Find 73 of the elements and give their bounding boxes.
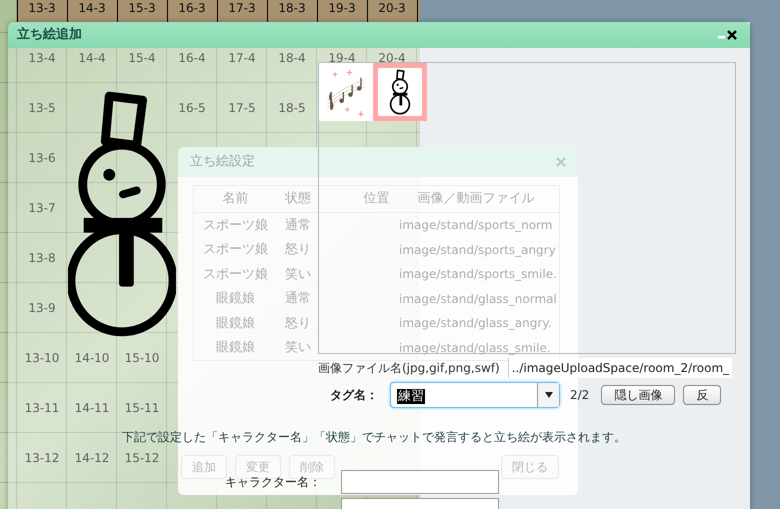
- character-name-field[interactable]: [341, 470, 499, 494]
- snowman-icon: [389, 69, 411, 115]
- action-button[interactable]: 隠し画像: [601, 385, 676, 405]
- image-thumbnail[interactable]: [319, 63, 373, 121]
- grid-label: 13-3: [28, 0, 56, 17]
- tag-count: 2/2: [570, 387, 590, 404]
- column-header[interactable]: 位置: [360, 189, 393, 209]
- grid-label: 15-10: [124, 350, 160, 367]
- table-cell-text: image/stand/glass_angry.: [398, 315, 553, 332]
- grid-label: 14-3: [78, 0, 106, 17]
- grid-label: 14-12: [74, 450, 110, 467]
- table-cell-text: 怒り: [284, 241, 312, 259]
- table-cell-text: 眼鏡娘: [215, 290, 256, 308]
- table-cell-text: image/stand/glass_normal: [398, 290, 558, 308]
- dropdown-arrow-icon[interactable]: [544, 392, 552, 398]
- grid-label: 13-11: [24, 400, 60, 417]
- close-button[interactable]: 閉じる: [501, 455, 559, 479]
- grid-label: 13-9: [28, 300, 56, 317]
- dialog-title: 立ち絵設定: [190, 153, 255, 172]
- grid-label: 17-5: [228, 100, 256, 117]
- file-name-field[interactable]: ../imageUploadSpace/room_2/room_: [508, 358, 732, 378]
- grid-label: 16-5: [178, 100, 206, 117]
- grid-label: 13-5: [28, 100, 56, 117]
- grid-label: 19-4: [328, 50, 356, 67]
- tag-combo-box[interactable]: 練習: [390, 382, 560, 408]
- column-header[interactable]: 状態: [277, 189, 360, 209]
- table-cell-text: image/stand/sports_angry: [398, 242, 557, 259]
- table-cell-text: 通常: [284, 216, 312, 234]
- grid-label: 17-4: [228, 50, 256, 67]
- grid-label: 18-4: [278, 50, 306, 67]
- instruction-text: 下記で設定した「キャラクター名」「状態」でチャットで発言すると立ち絵が表示されます。: [122, 430, 626, 444]
- file-name-label: 画像ファイル名(jpg,gif,png,swf): [318, 360, 500, 377]
- image-thumbnail[interactable]: [373, 63, 427, 121]
- grid-label: 13-4: [28, 50, 56, 67]
- grid-label: 18-3: [278, 0, 306, 17]
- dialog-button[interactable]: 追加: [181, 455, 227, 479]
- grid-label: 14-11: [74, 400, 110, 417]
- grid-label: 14-10: [74, 350, 110, 367]
- table-cell-text: image/stand/sports_smile.: [398, 266, 558, 284]
- table-cell-text: スポーツ娘: [202, 241, 269, 259]
- table-cell-text: スポーツ娘: [202, 216, 269, 234]
- grid-label: 18-5: [278, 100, 306, 117]
- grid-label: 13-6: [28, 150, 56, 167]
- grid-label: 14-4: [78, 50, 106, 67]
- grid-label: 13-8: [28, 250, 56, 267]
- grid-label: 15-4: [128, 50, 156, 67]
- close-icon[interactable]: [727, 30, 737, 40]
- grid-label: 20-4: [378, 50, 406, 67]
- table-cell-text: 眼鏡娘: [215, 314, 256, 332]
- table-cell-text: 通常: [284, 290, 312, 308]
- table-cell-text: 笑い: [284, 266, 312, 284]
- grid-label: 17-3: [228, 0, 256, 17]
- grid-label: 20-3: [378, 0, 406, 17]
- grid-label: 15-3: [128, 0, 156, 17]
- grid-label: 19-3: [328, 0, 356, 17]
- dialog-title: 立ち絵追加: [17, 26, 82, 44]
- grid-label: 16-3: [178, 0, 206, 17]
- grid-label: 13-12: [24, 450, 60, 467]
- table-cell-text: image/stand/glass_smile.: [398, 340, 552, 357]
- action-button[interactable]: 反: [683, 385, 722, 405]
- table-cell-text: image/stand/sports_norm: [398, 217, 554, 234]
- column-header[interactable]: 名前: [194, 189, 277, 209]
- grid-label: 15-11: [124, 400, 160, 417]
- table-cell-text: 眼鏡娘: [215, 339, 256, 357]
- grid-label: 16-4: [178, 50, 206, 67]
- grid-label: 13-10: [24, 350, 60, 367]
- tag-name-label: タグ名：: [330, 387, 378, 404]
- table-cell-text: 笑い: [284, 339, 312, 357]
- table-cell-text: 怒り: [284, 314, 312, 332]
- column-header[interactable]: 画像／動画ファイル: [393, 189, 559, 209]
- grid-label: 15-12: [124, 450, 160, 467]
- table-cell-text: スポーツ娘: [202, 266, 269, 284]
- grid-label: 13-7: [28, 200, 56, 217]
